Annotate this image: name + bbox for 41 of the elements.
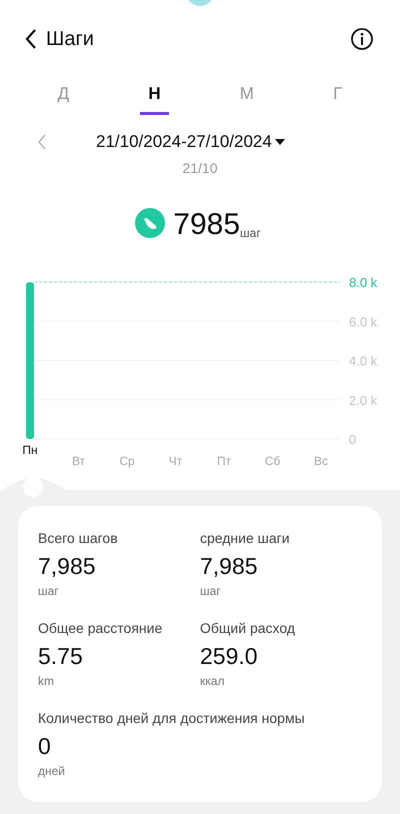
stat-unit: дней bbox=[38, 764, 66, 778]
stat-value: 7,985 bbox=[200, 553, 258, 580]
stat-label: средние шаги bbox=[200, 530, 290, 546]
stat-value: 259.0 bbox=[200, 643, 258, 670]
stat-unit: km bbox=[38, 674, 54, 688]
day-label[interactable]: Чт bbox=[168, 454, 182, 468]
stat-label: Общий расход bbox=[200, 620, 296, 636]
back-button[interactable] bbox=[24, 28, 38, 50]
period-tab[interactable]: М bbox=[232, 80, 262, 115]
info-icon[interactable] bbox=[350, 27, 374, 51]
y-axis-label: 4.0 k bbox=[349, 354, 378, 368]
stat-label: Количество дней для достижения нормы bbox=[38, 710, 305, 726]
period-tab[interactable]: Д bbox=[50, 80, 78, 115]
day-label[interactable]: Вс bbox=[314, 454, 328, 468]
y-axis-label: 6.0 k bbox=[349, 314, 378, 330]
stat-unit: шаг bbox=[38, 584, 59, 598]
selected-date: 21/10 bbox=[181, 160, 219, 176]
screen-title: Шаги bbox=[46, 28, 94, 50]
stat-value: 7,985 bbox=[38, 553, 96, 580]
step-count: 7985 bbox=[173, 210, 240, 240]
stat-label: Всего шагов bbox=[38, 530, 118, 546]
step-unit: шаг bbox=[240, 226, 261, 240]
stat-unit: шаг bbox=[200, 584, 221, 598]
day-label[interactable]: Ср bbox=[119, 454, 135, 468]
period-tab[interactable]: Г bbox=[325, 80, 350, 115]
y-axis-label: 8.0 k bbox=[349, 275, 378, 290]
y-axis-label: 0 bbox=[349, 432, 356, 447]
shoe-icon bbox=[135, 208, 166, 238]
day-label[interactable]: Сб bbox=[264, 454, 280, 468]
y-axis-label: 2.0 k bbox=[349, 392, 378, 408]
stat-value: 5.75 bbox=[38, 643, 83, 670]
day-label[interactable]: Пт bbox=[216, 454, 232, 468]
day-label[interactable]: Пн bbox=[22, 443, 38, 457]
stat-unit: ккал bbox=[200, 674, 224, 688]
back-icon bbox=[24, 28, 38, 50]
date-range-dropdown[interactable]: 21/10/2024-27/10/2024 bbox=[96, 132, 285, 152]
day-label[interactable]: Вт bbox=[72, 454, 86, 468]
stat-label: Общее расстояние bbox=[38, 620, 162, 636]
stat-value: 0 bbox=[38, 733, 51, 760]
period-tab[interactable]: Н bbox=[140, 80, 169, 115]
caret-icon bbox=[274, 138, 285, 146]
